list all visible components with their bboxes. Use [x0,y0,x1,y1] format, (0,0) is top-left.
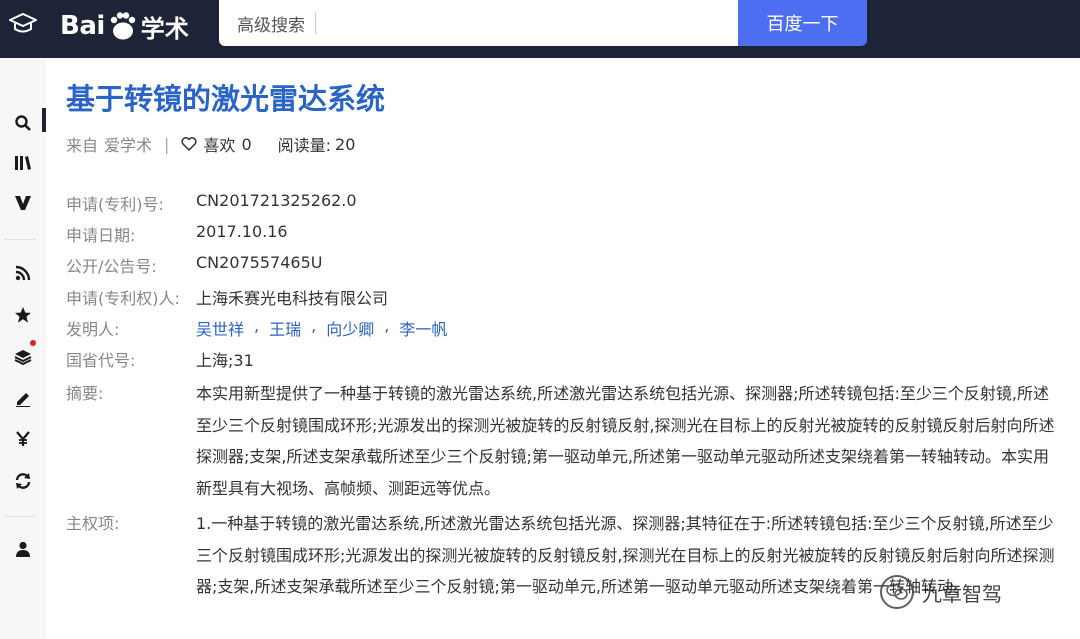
inventor-link[interactable]: 李一帆 [399,316,447,340]
yen-icon[interactable] [0,422,46,456]
meta-separator: | [164,134,170,154]
read-count: 20 [335,134,356,154]
search-box: 高级搜索 [219,0,738,46]
field-label: 国省代号: [66,351,136,370]
sidebar-divider [4,239,36,240]
search-button[interactable]: 百度一下 [738,0,867,46]
rss-icon[interactable] [0,256,46,290]
inventor-separator: , [384,316,390,335]
search-icon[interactable] [0,106,46,140]
field-application-number: 申请(专利)号: CN201721325262.0 [66,191,357,215]
inventor-link[interactable]: 吴世祥 [196,316,244,340]
refresh-icon[interactable] [0,464,46,498]
inventor-link[interactable]: 王瑞 [269,316,301,340]
notification-dot [30,340,36,346]
wechat-logo-icon [880,575,914,609]
read-count-label: 阅读量: [277,136,332,155]
inventor-link[interactable]: 向少卿 [326,316,374,340]
source-label: 来自 [66,136,99,155]
field-region-code: 国省代号: 上海;31 [66,347,254,371]
field-label: 公开/公告号: [66,257,157,276]
inventor-separator: , [311,316,317,335]
search-input[interactable] [316,3,738,43]
logo-text-cjk: 学术 [140,14,189,43]
field-label: 发明人: [66,320,120,339]
like-count: 0 [241,134,252,154]
heart-icon [181,137,198,151]
source-value[interactable]: 爱学术 [104,132,152,156]
field-label: 摘要: [66,384,104,403]
inventor-separator: , [254,316,260,335]
user-icon[interactable] [0,532,46,566]
like-label: 喜欢 [203,136,236,155]
field-abstract: 摘要: 本实用新型提供了一种基于转镜的激光雷达系统,所述激光雷达系统包括光源、探… [66,378,1056,504]
article-title[interactable]: 基于转镜的激光雷达系统 [66,76,385,118]
article-meta: 来自 爱学术 | 喜欢 0 阅读量: 20 [66,132,355,156]
layers-icon[interactable] [0,340,46,374]
field-label: 主权项: [66,514,120,533]
sidebar [0,58,46,639]
field-value: 2017.10.16 [196,222,288,241]
library-icon[interactable] [0,146,46,180]
graduation-cap-icon[interactable] [0,0,46,46]
field-value: 上海禾赛光电科技有限公司 [196,289,389,308]
abstract-text: 本实用新型提供了一种基于转镜的激光雷达系统,所述激光雷达系统包括光源、探测器;所… [196,384,1055,498]
star-icon[interactable] [0,298,46,332]
top-bar: Bai 学术 高级搜索 百度一下 [0,0,1080,58]
field-inventors: 发明人: 吴世祥 , 王瑞 , 向少卿 , 李一帆 [66,316,447,340]
watermark-text: 九章智驾 [922,581,1002,606]
sidebar-active-indicator [42,108,46,132]
watermark: 九章智驾 [880,575,1002,609]
field-value: CN207557465U [196,253,323,272]
field-publication-number: 公开/公告号: CN207557465U [66,253,322,277]
paw-icon [107,11,137,41]
field-label: 申请(专利权)人: [66,289,180,308]
field-label: 申请日期: [66,226,136,245]
field-value: 上海;31 [196,351,254,370]
logo-text-latin: Bai [60,11,105,41]
field-application-date: 申请日期: 2017.10.16 [66,222,288,246]
sidebar-divider [4,516,36,517]
field-value: CN201721325262.0 [196,191,357,210]
pencil-icon[interactable] [0,382,46,416]
advanced-search-link[interactable]: 高级搜索 [219,11,315,36]
field-applicant: 申请(专利权)人: 上海禾赛光电科技有限公司 [66,285,388,309]
field-label: 申请(专利)号: [66,195,164,214]
baidu-scholar-logo[interactable]: Bai 学术 [60,6,189,46]
v-icon[interactable] [0,186,46,220]
like-button[interactable]: 喜欢 0 [181,132,252,156]
